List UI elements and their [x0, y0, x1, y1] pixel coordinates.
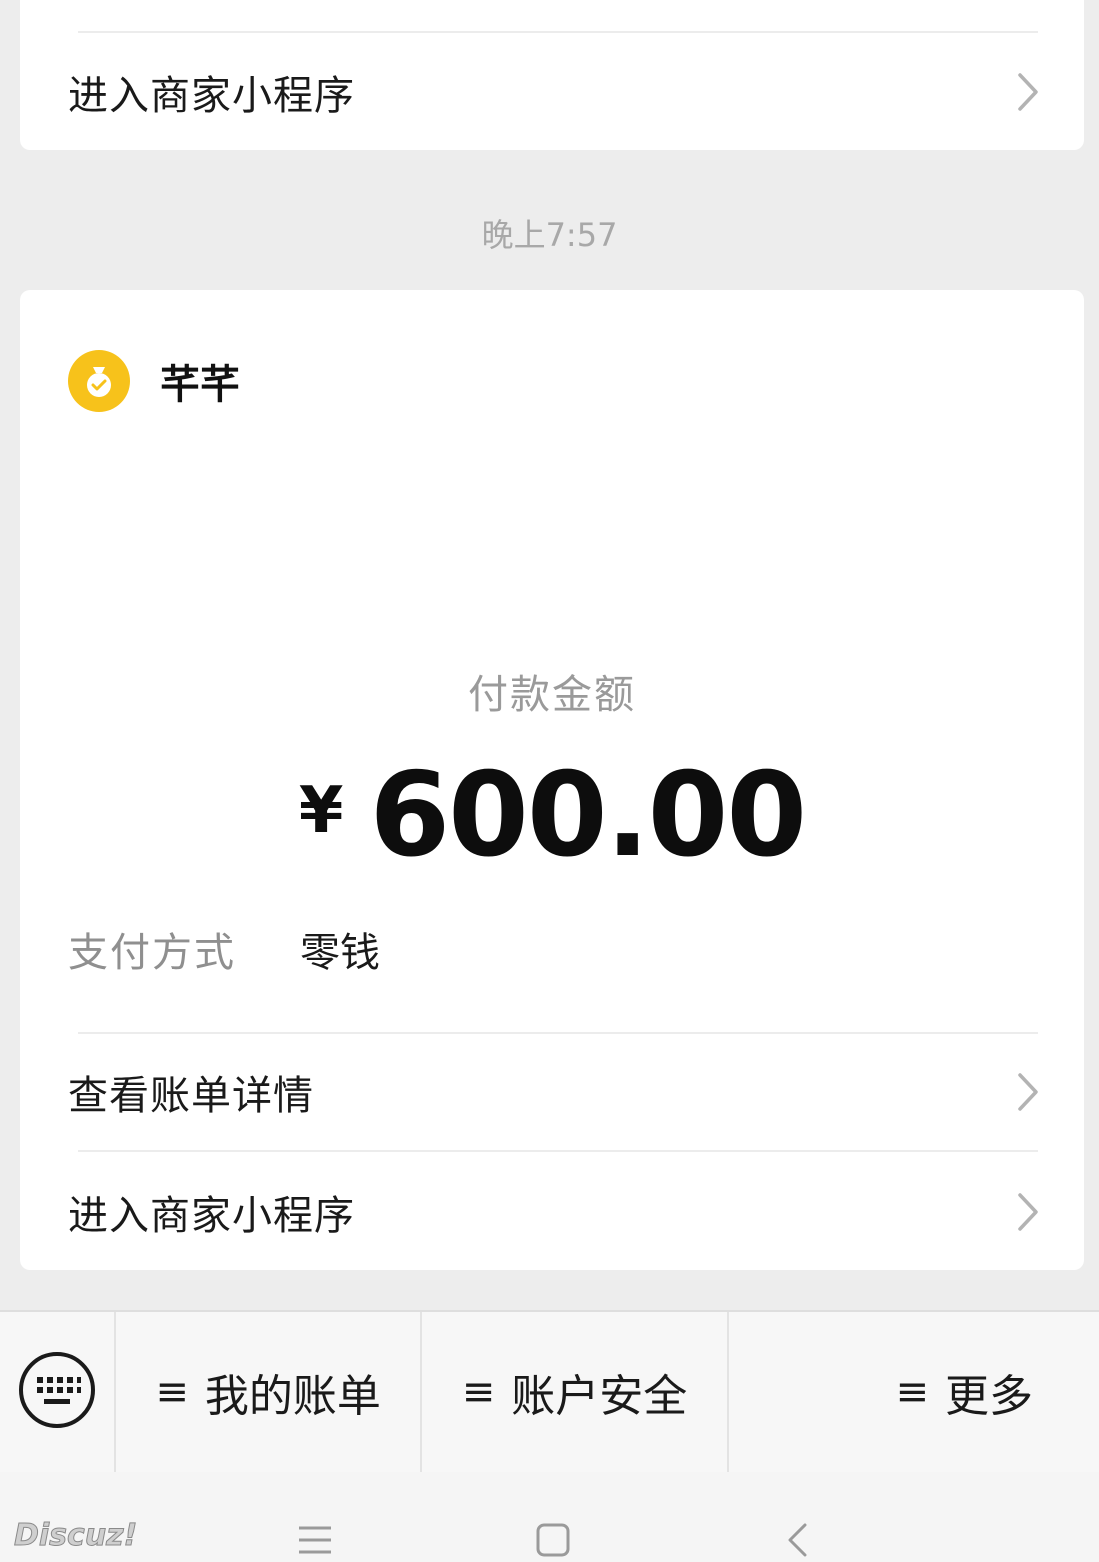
currency-symbol: ¥: [298, 773, 344, 848]
top-card: 进入商家小程序: [20, 0, 1084, 150]
chevron-right-icon: [1016, 1072, 1040, 1112]
menu-lines-icon: ≡: [461, 1369, 496, 1415]
payment-method: 支付方式 零钱: [68, 920, 380, 978]
menu-label: 账户安全: [511, 1371, 688, 1422]
menu-more[interactable]: ≡ 更多: [726, 1312, 1099, 1472]
money-bag-icon: [68, 350, 130, 412]
home-button[interactable]: [528, 1522, 578, 1562]
message-timestamp: 晚上7:57: [481, 216, 618, 254]
row-label: 查看账单详情: [68, 1073, 314, 1119]
enter-mini-program-row[interactable]: 进入商家小程序: [20, 1162, 1084, 1262]
amount-value: 600.00: [369, 748, 807, 883]
back-button[interactable]: [772, 1522, 822, 1562]
chevron-right-icon: [1016, 72, 1040, 112]
home-square-icon: [535, 1522, 571, 1562]
menu-label: 我的账单: [204, 1371, 381, 1422]
view-bill-details-row[interactable]: 查看账单详情: [20, 1042, 1084, 1142]
divider: [78, 1032, 1038, 1034]
keyboard-icon: [18, 1351, 96, 1433]
menu-label: 更多: [944, 1371, 1033, 1422]
enter-mini-program-row-top[interactable]: 进入商家小程序: [20, 42, 1084, 142]
divider: [78, 1150, 1038, 1152]
chat-menu-bar: ≡ 我的账单 ≡ 账户安全 ≡ 更多: [0, 1310, 1099, 1472]
payment-method-value: 零钱: [300, 930, 380, 976]
watermark: Discuz!: [13, 1518, 138, 1554]
keyboard-toggle-button[interactable]: [0, 1312, 114, 1472]
menu-my-bills[interactable]: ≡ 我的账单: [114, 1312, 420, 1472]
merchant-header: 芊芊: [68, 350, 240, 412]
payment-method-label: 支付方式: [68, 930, 236, 976]
menu-lines-icon: ≡: [895, 1369, 929, 1415]
menu-account-security[interactable]: ≡ 账户安全: [420, 1312, 726, 1472]
back-arrow-icon: [785, 1522, 809, 1562]
amount-label: 付款金额: [468, 672, 636, 718]
chevron-right-icon: [1016, 1192, 1040, 1232]
payment-card: 芊芊 付款金额 ¥ 600.00 支付方式 零钱 查看账单详情 进入商家小程序: [20, 290, 1084, 1270]
recent-apps-button[interactable]: [290, 1522, 340, 1562]
merchant-name: 芊芊: [160, 362, 240, 408]
row-label: 进入商家小程序: [68, 1193, 355, 1239]
payment-amount: ¥ 600.00: [20, 748, 1084, 883]
menu-lines-icon: [297, 1524, 333, 1560]
menu-lines-icon: ≡: [155, 1369, 189, 1415]
system-nav-bar: [0, 1472, 1099, 1562]
divider: [78, 31, 1038, 33]
row-label: 进入商家小程序: [68, 73, 355, 119]
